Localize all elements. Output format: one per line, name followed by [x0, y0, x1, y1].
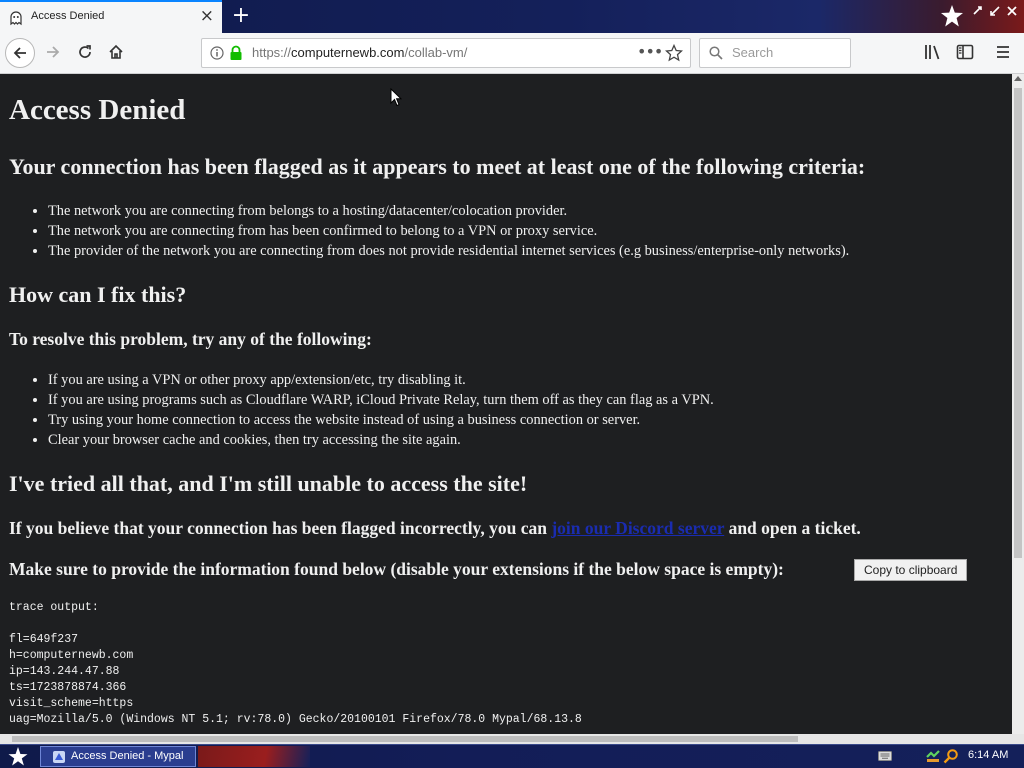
- taskbar-item-mypal[interactable]: Access Denied - Mypal: [40, 746, 196, 767]
- scrollbar-thumb[interactable]: [1014, 88, 1022, 558]
- discord-link[interactable]: join our Discord server: [551, 518, 724, 538]
- magnifier-icon[interactable]: [943, 748, 959, 764]
- criteria-heading: Your connection has been flagged as it a…: [9, 154, 866, 179]
- search-input[interactable]: [730, 44, 844, 61]
- taskbar-item-label: Access Denied - Mypal: [71, 750, 184, 762]
- url-scheme: https://: [252, 45, 292, 60]
- ghost-icon: [10, 11, 22, 26]
- url-path: /collab-vm/: [404, 45, 468, 60]
- provide-info-text: Make sure to provide the information fou…: [9, 559, 784, 579]
- discord-text-before: If you believe that your connection has …: [9, 518, 552, 538]
- keyboard-icon[interactable]: [878, 751, 892, 761]
- discord-paragraph: If you believe that your connection has …: [9, 518, 861, 539]
- page-title: Access Denied: [9, 94, 186, 126]
- list-item: The network you are connecting from has …: [48, 221, 849, 241]
- window-close-icon[interactable]: [1006, 5, 1018, 17]
- list-item: Clear your browser cache and cookies, th…: [48, 430, 714, 450]
- restore-icon[interactable]: [989, 5, 1001, 17]
- navigation-toolbar: https://computernewb.com/collab-vm/ •••: [0, 33, 1024, 74]
- list-item: Try using your home connection to access…: [48, 410, 714, 430]
- tab-title: Access Denied: [31, 10, 105, 22]
- minimize-icon[interactable]: [972, 5, 984, 17]
- lock-icon[interactable]: [229, 45, 243, 61]
- list-item: If you are using a VPN or other proxy ap…: [48, 370, 714, 390]
- list-item: The provider of the network you are conn…: [48, 241, 849, 261]
- clock: 6:14 AM: [968, 749, 1009, 761]
- reload-button[interactable]: [71, 38, 101, 68]
- tab-strip: Access Denied × +: [0, 0, 1024, 33]
- new-tab-button[interactable]: +: [231, 3, 251, 29]
- network-icon[interactable]: [925, 748, 941, 764]
- page-content: Access Denied Your connection has been f…: [0, 74, 1012, 734]
- mypal-app-icon: [53, 751, 65, 763]
- search-bar[interactable]: [699, 38, 851, 68]
- copy-to-clipboard-button[interactable]: Copy to clipboard: [854, 559, 968, 581]
- tab-access-denied[interactable]: Access Denied ×: [0, 0, 222, 33]
- close-icon[interactable]: ×: [200, 8, 214, 25]
- home-button[interactable]: [102, 38, 132, 68]
- home-icon: [109, 44, 123, 59]
- url-text[interactable]: https://computernewb.com/collab-vm/: [252, 45, 467, 60]
- start-star-icon[interactable]: [4, 746, 32, 768]
- hamburger-menu-icon[interactable]: [995, 44, 1011, 60]
- discord-text-after: and open a ticket.: [724, 518, 861, 538]
- back-arrow-icon: [13, 47, 26, 59]
- mouse-cursor-icon: [390, 88, 402, 107]
- star-icon: [941, 5, 963, 27]
- fix-heading: How can I fix this?: [9, 282, 187, 307]
- resolve-list: If you are using a VPN or other proxy ap…: [0, 370, 714, 450]
- resolve-heading: To resolve this problem, try any of the …: [9, 329, 372, 349]
- url-host: computernewb.com: [291, 45, 405, 60]
- back-button[interactable]: [5, 38, 35, 68]
- taskbar: Access Denied - Mypal 6:14 AM: [0, 744, 1024, 768]
- taskbar-decoration: [198, 746, 310, 767]
- horizontal-scrollbar-thumb[interactable]: [12, 736, 798, 742]
- url-bar[interactable]: https://computernewb.com/collab-vm/ •••: [201, 38, 691, 68]
- bookmark-star-icon[interactable]: [665, 44, 683, 62]
- library-icon[interactable]: [924, 44, 942, 60]
- list-item: If you are using programs such as Cloudf…: [48, 390, 714, 410]
- info-icon[interactable]: [210, 46, 224, 60]
- forward-arrow-icon: [47, 46, 60, 58]
- criteria-list: The network you are connecting from belo…: [0, 201, 849, 261]
- vertical-scrollbar[interactable]: [1012, 74, 1024, 734]
- scroll-up-arrow-icon[interactable]: [1014, 76, 1022, 81]
- forward-button[interactable]: [39, 38, 69, 68]
- reload-icon: [79, 45, 91, 58]
- list-item: The network you are connecting from belo…: [48, 201, 849, 221]
- trace-output: trace output: fl=649f237 h=computernewb.…: [9, 601, 582, 726]
- tried-heading: I've tried all that, and I'm still unabl…: [9, 471, 528, 496]
- search-icon: [709, 46, 723, 60]
- horizontal-scrollbar[interactable]: [0, 734, 1024, 744]
- page-actions-icon[interactable]: •••: [637, 42, 663, 61]
- sidebar-toggle-icon[interactable]: [956, 44, 974, 60]
